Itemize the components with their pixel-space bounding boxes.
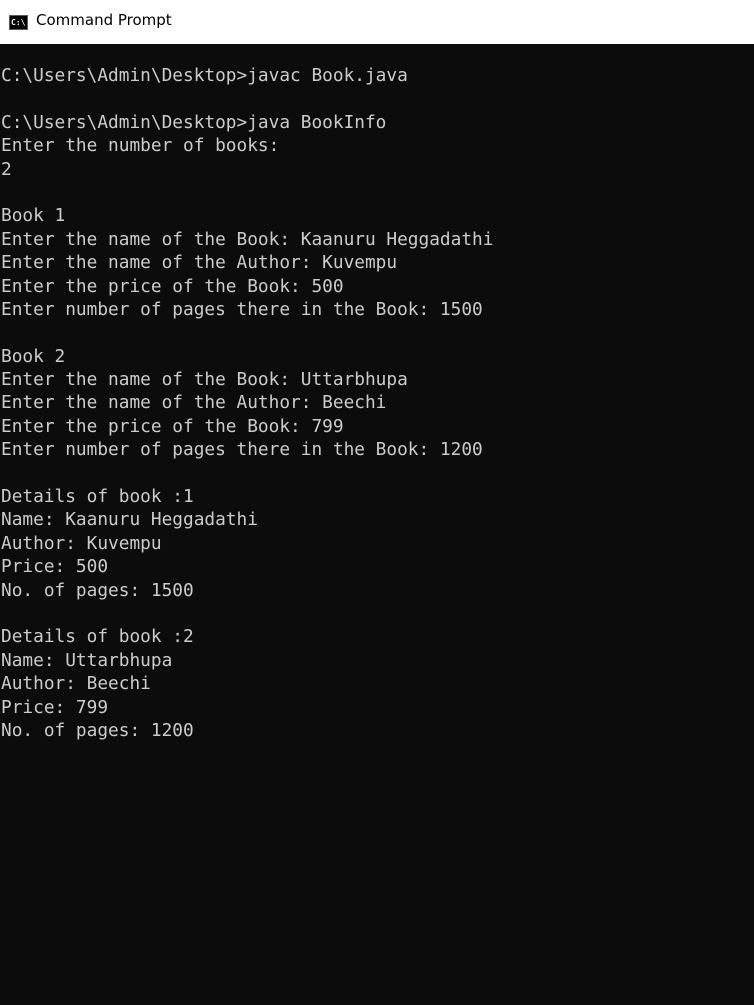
console-line: Price: 799: [1, 696, 109, 718]
console-line: Enter the number of books:: [1, 135, 280, 157]
console-line: Enter the name of the Book: Uttarbhupa: [1, 369, 408, 391]
console-line: Enter the name of the Author: Beechi: [1, 392, 387, 414]
window-title: Command Prompt: [36, 11, 172, 29]
command-prompt-window: C:\ Command Prompt C:\Users\Admin\Deskto…: [0, 0, 754, 1005]
console-line: Details of book :1: [1, 486, 194, 508]
title-bar[interactable]: C:\ Command Prompt: [0, 0, 754, 44]
cmd-icon: C:\: [9, 15, 28, 30]
console-output[interactable]: C:\Users\Admin\Desktop>javac Book.java C…: [0, 44, 754, 1005]
console-line: Details of book :2: [1, 626, 194, 648]
console-line: No. of pages: 1500: [1, 579, 194, 601]
console-line: Enter the name of the Book: Kaanuru Hegg…: [1, 228, 494, 250]
console-line: Enter the name of the Author: Kuvempu: [1, 252, 398, 274]
console-line: C:\Users\Admin\Desktop>java BookInfo: [1, 111, 387, 133]
console-line: Author: Kuvempu: [1, 532, 162, 554]
console-line: Price: 500: [1, 556, 109, 578]
console-line: Book 1: [1, 205, 66, 227]
console-line: Enter number of pages there in the Book:…: [1, 439, 483, 461]
console-line: Name: Uttarbhupa: [1, 649, 173, 671]
console-line: No. of pages: 1200: [1, 719, 194, 741]
console-line: 2: [1, 158, 12, 180]
console-line: Book 2: [1, 345, 66, 367]
console-line: Enter the price of the Book: 799: [1, 415, 344, 437]
console-line: Enter number of pages there in the Book:…: [1, 298, 483, 320]
console-line: Name: Kaanuru Heggadathi: [1, 509, 258, 531]
console-line: Enter the price of the Book: 500: [1, 275, 344, 297]
console-line: Author: Beechi: [1, 673, 151, 695]
console-line: C:\Users\Admin\Desktop>javac Book.java: [1, 65, 408, 86]
